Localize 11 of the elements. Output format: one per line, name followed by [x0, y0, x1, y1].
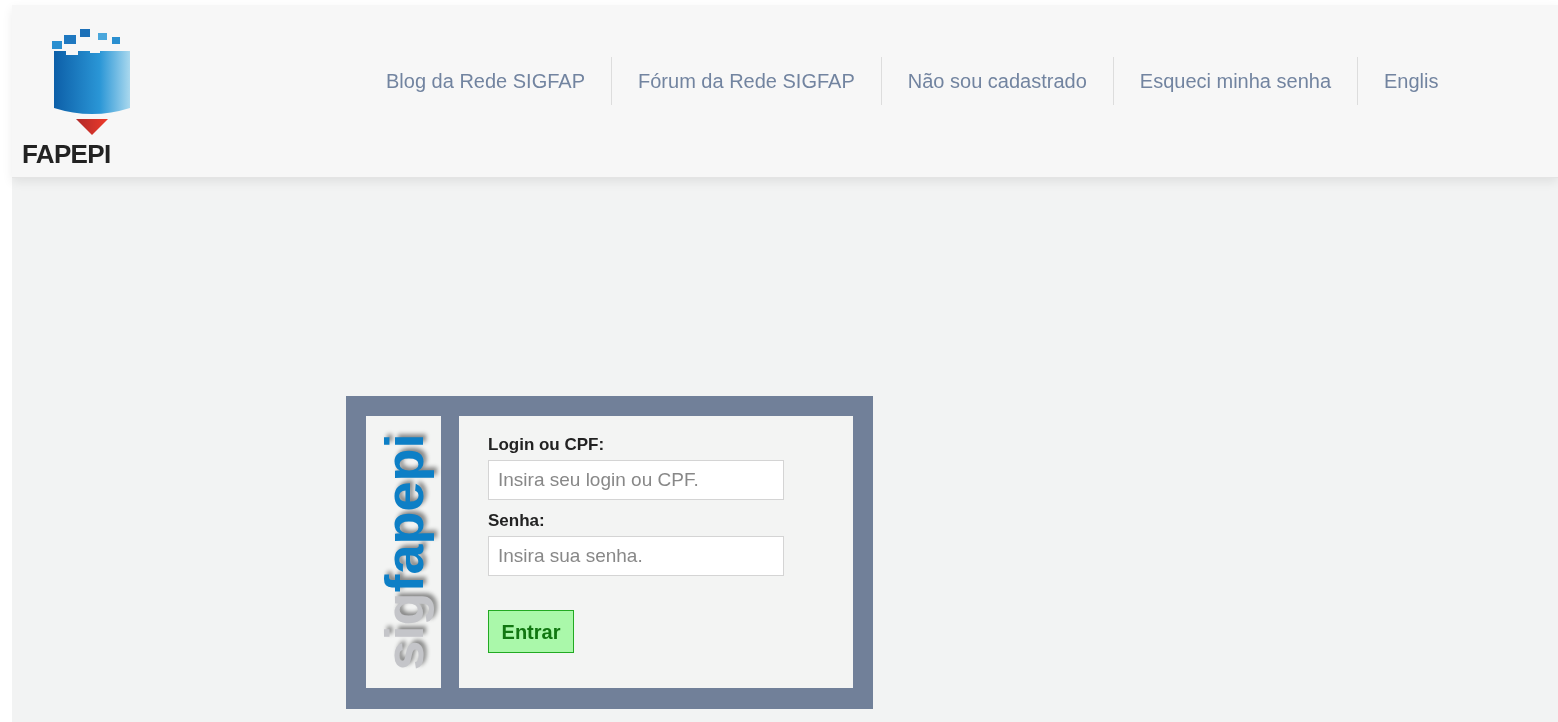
nav-link[interactable]: Não sou cadastrado: [881, 57, 1113, 105]
nav-link[interactable]: Englis: [1358, 57, 1465, 105]
nav-link[interactable]: Blog da Rede SIGFAP: [360, 57, 611, 105]
submit-button[interactable]: Entrar: [488, 610, 574, 653]
nav-link[interactable]: Esqueci minha senha: [1113, 57, 1358, 105]
field-label: Login ou CPF:: [488, 434, 606, 456]
field-label: Senha:: [488, 510, 546, 532]
input-field[interactable]: Insira sua senha.: [488, 536, 784, 576]
nav-link[interactable]: Fórum da Rede SIGFAP: [612, 57, 881, 105]
input-field[interactable]: Insira seu login ou CPF.: [488, 460, 784, 500]
logo-text: FAPEPI: [22, 141, 111, 167]
